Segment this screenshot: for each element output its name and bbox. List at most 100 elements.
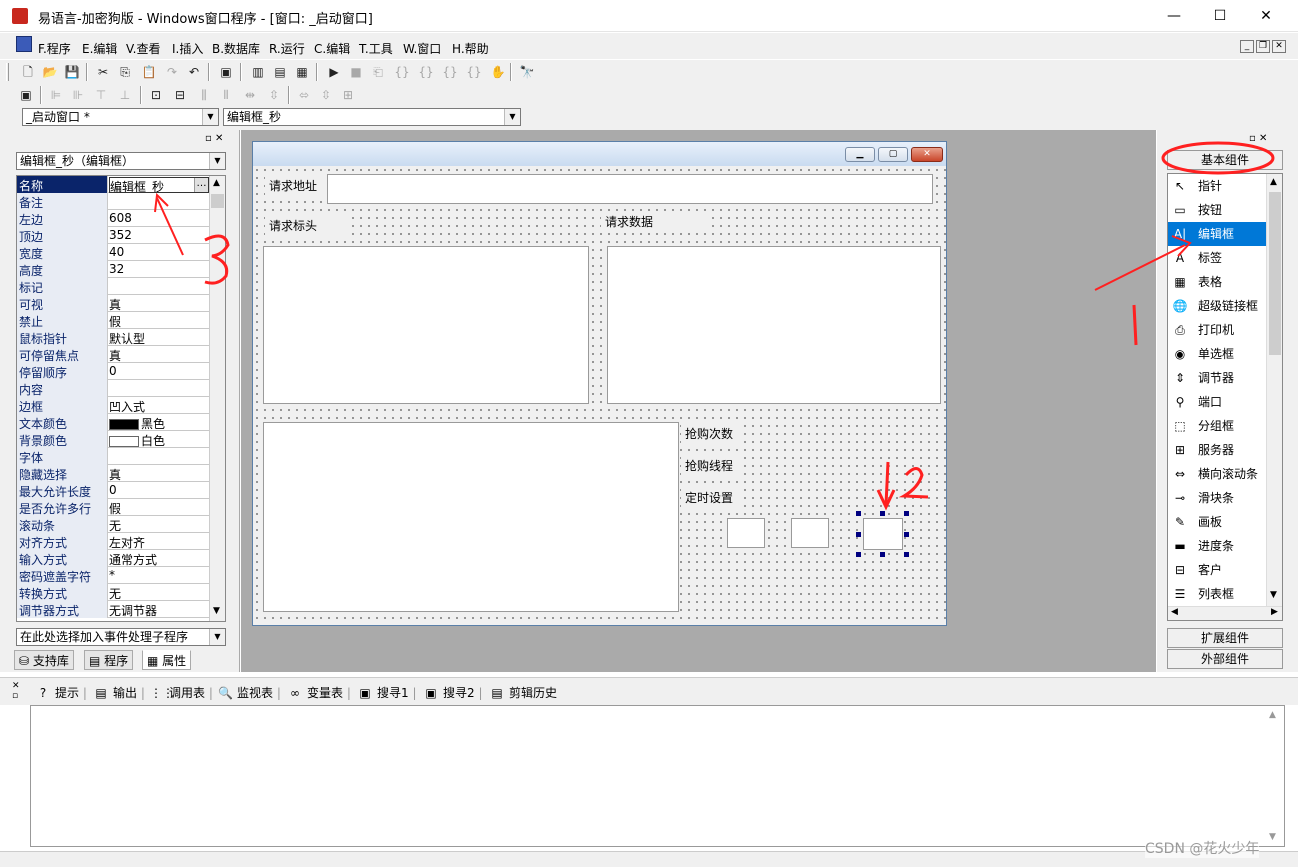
step3-icon[interactable]: {} (418, 64, 434, 80)
align-bottom-icon[interactable]: ⊥ (117, 87, 133, 103)
property-value[interactable]: 编辑框_秒… (109, 177, 209, 193)
menu-window[interactable]: W.窗口 (403, 40, 441, 57)
spread-v-icon[interactable]: ⇳ (266, 87, 282, 103)
bottom-tab[interactable]: ? 提示 | (36, 683, 87, 703)
label-request-header[interactable]: 请求标头 (265, 216, 349, 236)
scroll-up-icon[interactable]: ▲ (1270, 177, 1277, 187)
align-top-icon[interactable]: ⊤ (93, 87, 109, 103)
scroll-down-icon[interactable]: ▼ (213, 606, 220, 616)
align-right-icon[interactable]: ⊪ (70, 87, 86, 103)
property-value[interactable]: 32 (109, 262, 209, 278)
selection-handle[interactable] (904, 552, 909, 557)
same-height-icon[interactable]: ⇳ (318, 87, 334, 103)
same-size-icon[interactable]: ⊞ (340, 87, 356, 103)
open-icon[interactable]: 📂 (42, 64, 58, 80)
property-row[interactable]: 备注 (17, 193, 209, 210)
minute-field[interactable] (791, 518, 829, 548)
ellipsis-icon[interactable]: … (194, 178, 208, 192)
new-icon[interactable]: 🗋 (20, 64, 36, 80)
selection-handle[interactable] (856, 552, 861, 557)
layout2-icon[interactable]: ▤ (272, 64, 288, 80)
bottom-tab[interactable]: ▤ 剪辑历史 (490, 683, 557, 703)
label-request-data[interactable]: 请求数据 (601, 212, 707, 232)
request-url-field[interactable] (327, 174, 933, 204)
menu-database[interactable]: B.数据库 (212, 40, 260, 57)
component-item[interactable]: A| 编辑框 (1168, 222, 1268, 246)
category-external-button[interactable]: 外部组件 (1167, 649, 1283, 669)
property-value[interactable]: 默认型 (109, 330, 209, 346)
bottom-tab[interactable]: ⋮⋮调用表 | (150, 683, 213, 703)
hour-field[interactable] (727, 518, 765, 548)
bottom-tab[interactable]: ▤ 输出 | (94, 683, 145, 703)
property-row[interactable]: 隐藏选择 真 (17, 465, 209, 482)
form-minimize-icon[interactable]: ▁ (845, 147, 875, 162)
layout3-icon[interactable]: ▦ (294, 64, 310, 80)
bottom-tab[interactable]: ▣ 搜寻1 | (358, 683, 416, 703)
bottom-tab[interactable]: 🔍 监视表 | (218, 683, 281, 703)
component-item[interactable]: ⊸ 滑块条 (1168, 486, 1268, 510)
selection-handle[interactable] (880, 552, 885, 557)
property-row[interactable]: 内容 (17, 380, 209, 397)
find-icon[interactable]: ▣ (218, 64, 234, 80)
component-item[interactable]: ☰ 列表框 (1168, 582, 1268, 606)
component-item[interactable]: 🌐 超级链接框 (1168, 294, 1268, 318)
scroll-left-icon[interactable]: ◀ (1171, 607, 1178, 617)
menu-run[interactable]: R.运行 (269, 40, 305, 57)
copy-icon[interactable]: ⎘ (117, 64, 133, 80)
property-value[interactable] (109, 194, 209, 210)
undo-icon[interactable]: ↶ (186, 64, 202, 80)
selection-handle[interactable] (904, 532, 909, 537)
property-row[interactable]: 边框 凹入式 (17, 397, 209, 414)
property-value[interactable]: 无调节器 (109, 602, 209, 618)
property-value[interactable]: 假 (109, 313, 209, 329)
property-value[interactable]: 假 (109, 500, 209, 516)
step2-icon[interactable]: {} (394, 64, 410, 80)
property-value[interactable]: 无 (109, 585, 209, 601)
window-select[interactable]: _启动窗口 * ▼ (22, 108, 219, 126)
selection-handle[interactable] (856, 532, 861, 537)
component-item[interactable]: ✎ 画板 (1168, 510, 1268, 534)
property-value[interactable]: 凹入式 (109, 398, 209, 414)
object-select[interactable]: 编辑框_秒（编辑框） ▼ (16, 152, 226, 170)
property-row[interactable]: 密码遮盖字符 * (17, 567, 209, 584)
property-row[interactable]: 最大允许长度 0 (17, 482, 209, 499)
property-value[interactable]: 608 (109, 211, 209, 227)
property-value[interactable]: 左对齐 (109, 534, 209, 550)
paste-icon[interactable]: 📋 (141, 64, 157, 80)
panel-close-icon[interactable]: ▫ ✕ (205, 133, 223, 144)
layout1-icon[interactable]: ▥ (250, 64, 266, 80)
maximize-button[interactable]: ☐ (1197, 0, 1243, 32)
property-row[interactable]: 禁止 假 (17, 312, 209, 329)
property-grid[interactable]: 名称 编辑框_秒… 备注 左边 608 顶边 352 宽度 40 高度 32 标记 可视真禁止假鼠标指针… (16, 175, 226, 622)
property-value[interactable]: 真 (109, 296, 209, 312)
menu-edit[interactable]: E.编辑 (82, 40, 117, 57)
property-row[interactable]: 可视 真 (17, 295, 209, 312)
tab-support-library[interactable]: ⛁ 支持库 (14, 650, 74, 670)
property-row[interactable]: 高度 32 (17, 261, 209, 278)
component-list[interactable]: ↖ 指针 ▭ 按钮 A| 编辑框 A 标签 ▦ 表格 🌐 超级链接框 ⎙ 打印机 ◉ 单选框 ⇕ 调节器 ⚲ 端口 ⬚ 分… (1167, 173, 1283, 621)
mdi-close-icon[interactable]: ✕ (1272, 40, 1286, 53)
component-item[interactable]: ⊟ 客户 (1168, 558, 1268, 582)
property-row[interactable]: 背景颜色 白色 (17, 431, 209, 448)
tab-properties[interactable]: ▦ 属性 (142, 650, 192, 670)
property-row[interactable]: 是否允许多行 假 (17, 499, 209, 516)
panel-close-icon[interactable]: ✕ ▫ (12, 681, 20, 701)
bottom-tab[interactable]: ▣ 搜寻2 | (424, 683, 482, 703)
label-buy-threads[interactable]: 抢购线程 (681, 456, 739, 476)
component-item[interactable]: ⇔ 横向滚动条 (1168, 462, 1268, 486)
align-left-icon[interactable]: ⊫ (48, 87, 64, 103)
component-scrollbar[interactable]: ▲ ▼ (1266, 174, 1282, 606)
center-v-icon[interactable]: ⊟ (172, 87, 188, 103)
cut-icon[interactable]: ✂ (95, 64, 111, 80)
property-value[interactable] (109, 279, 209, 295)
center-h-icon[interactable]: ⊡ (148, 87, 164, 103)
property-row[interactable]: 输入方式 通常方式 (17, 550, 209, 567)
scroll-thumb[interactable] (1269, 192, 1281, 355)
component-select[interactable]: 编辑框_秒 ▼ (223, 108, 521, 126)
property-row[interactable]: 停留顺序 0 (17, 363, 209, 380)
property-row[interactable]: 字体 (17, 448, 209, 465)
component-item[interactable]: ◉ 单选框 (1168, 342, 1268, 366)
property-row[interactable]: 对齐方式 左对齐 (17, 533, 209, 550)
panel-close-icon[interactable]: ▫ ✕ (1249, 133, 1267, 144)
binoculars-icon[interactable]: 🔭 (519, 64, 535, 80)
